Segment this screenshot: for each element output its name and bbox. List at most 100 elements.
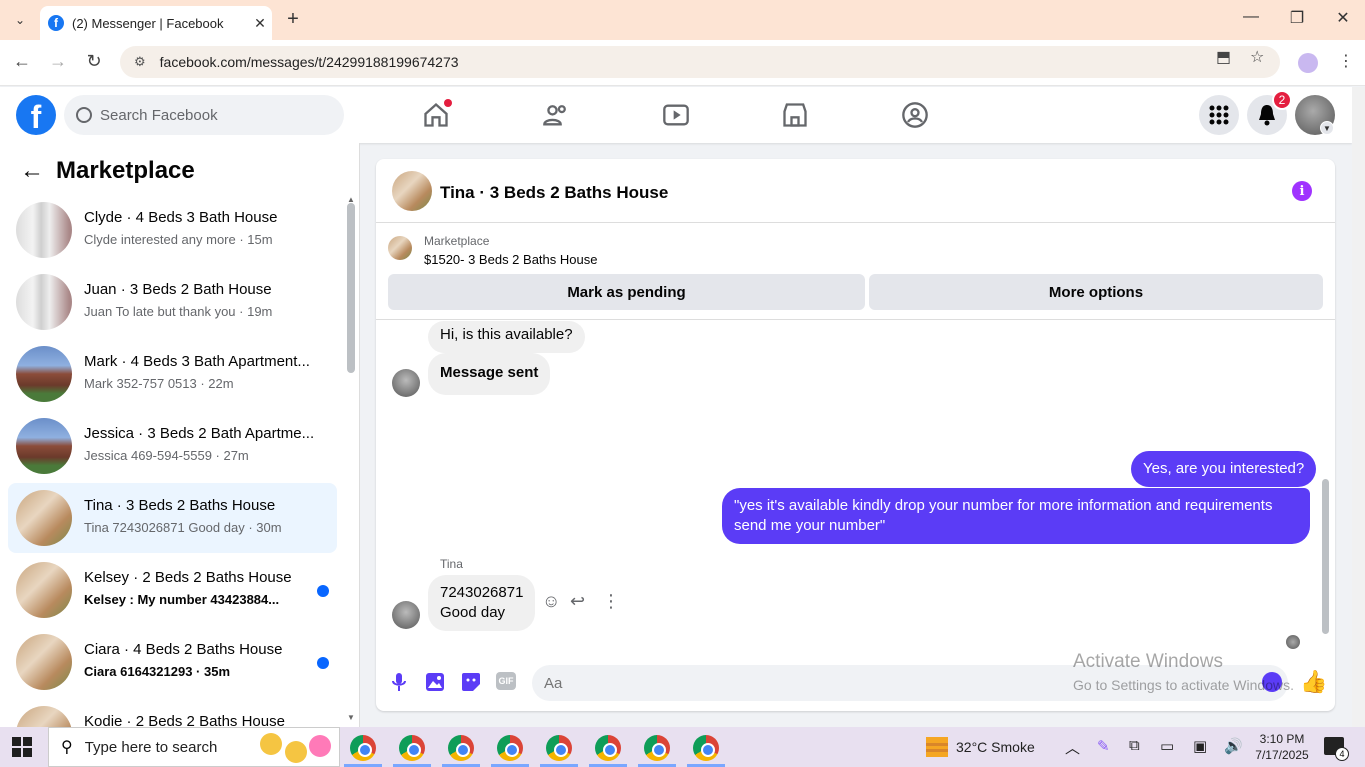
conversation-name: Juan · 3 Beds 2 Bath House [84,281,272,298]
sender-avatar[interactable] [392,601,420,629]
tray-chevron-up-icon[interactable]: ︿ [1065,737,1080,758]
sender-avatar[interactable] [392,369,420,397]
browser-menu-icon[interactable]: ⋮ [1338,51,1354,71]
scroll-down-arrow[interactable]: ▼ [347,713,355,722]
facebook-logo-icon[interactable]: f [16,95,56,135]
tab-title: (2) Messenger | Facebook [72,15,224,31]
conversation-thumbnail [16,418,72,474]
groups-icon[interactable] [901,101,929,129]
notification-center-badge: 4 [1335,747,1349,761]
conversation-item[interactable]: Kelsey · 2 Beds 2 Baths House Kelsey : My… [8,555,337,625]
chat-title[interactable]: Tina · 3 Beds 2 Baths House [440,183,668,203]
back-arrow-icon[interactable]: ← [20,157,44,185]
browser-profile-avatar[interactable] [1298,53,1318,73]
tab-search-button[interactable]: ⌄ [8,8,32,32]
conversation-item[interactable]: Clyde · 4 Beds 3 Bath House Clyde interes… [8,195,337,265]
message-bubble-outgoing[interactable]: Yes, are you interested? [1131,451,1317,487]
message-input[interactable] [532,665,1288,701]
microphone-icon[interactable] [388,671,410,693]
conversation-item[interactable]: Juan · 3 Beds 2 Bath House Juan To late b… [8,267,337,337]
new-tab-button[interactable]: + [282,8,304,31]
chrome-taskbar-icon[interactable] [644,735,670,761]
install-app-icon[interactable]: ⬒ [1216,47,1231,67]
chrome-taskbar-icon[interactable] [399,735,425,761]
more-actions-icon[interactable]: ⋮ [602,591,620,612]
message-bubble-sent-notice[interactable]: Message sent [428,353,551,395]
sidebar-title: Marketplace [56,157,195,184]
thumbs-up-icon[interactable]: 👍 [1300,669,1327,695]
windows-start-icon[interactable] [12,737,32,757]
network-icon[interactable]: ▣ [1193,737,1207,755]
bell-icon [1259,105,1275,126]
conversation-item[interactable]: Kodie · 2 Beds 2 Baths House [8,699,337,727]
conversation-snippet: Tina 7243026871 Good day · 30m [84,520,282,535]
conversation-item[interactable]: Tina · 3 Beds 2 Baths House Tina 72430268… [8,483,337,553]
meet-now-icon[interactable]: ⧉ [1129,737,1140,754]
chevron-down-icon[interactable]: ▼ [1320,121,1334,135]
browser-tab-bar: ⌄ f (2) Messenger | Facebook ✕ + — ❐ ✕ [0,0,1365,40]
chrome-taskbar-icon[interactable] [448,735,474,761]
tab-close-icon[interactable]: ✕ [248,15,272,32]
weather-widget[interactable]: 32°C Smoke [926,737,1035,757]
message-bubble-incoming[interactable]: Hi, is this available? [428,321,585,353]
conversation-item[interactable]: Mark · 4 Beds 3 Bath Apartment... Mark 35… [8,339,337,409]
photo-icon[interactable] [424,671,446,693]
page-scrollbar[interactable] [1352,87,1365,727]
react-emoji-icon[interactable]: ☺ [542,591,560,612]
chrome-taskbar-icon[interactable] [546,735,572,761]
mark-as-pending-button[interactable]: Mark as pending [388,274,865,310]
site-info-icon[interactable]: ⚙ [134,54,146,70]
minimize-button[interactable]: — [1236,8,1266,26]
url-bar[interactable]: ⚙ facebook.com/messages/t/24299188199674… [120,46,1280,78]
conversation-thumbnail [16,202,72,258]
clock-date: 7/17/2025 [1255,748,1309,762]
message-bubble-outgoing[interactable]: "yes it's available kindly drop your num… [722,488,1310,544]
reply-icon[interactable]: ↩ [570,591,585,612]
marketplace-icon[interactable] [781,101,809,129]
reload-button[interactable]: ↻ [82,51,106,72]
chat-listing-thumbnail[interactable] [392,171,432,211]
conversation-item[interactable]: Jessica · 3 Beds 2 Bath Apartme... Jessic… [8,411,337,481]
forward-button[interactable]: → [46,51,70,72]
conversation-snippet: Clyde interested any more · 15m [84,232,273,247]
back-button[interactable]: ← [10,51,34,72]
chrome-taskbar-icon[interactable] [350,735,376,761]
pen-icon[interactable]: ✎ [1097,737,1110,755]
listing-title[interactable]: $1520- 3 Beds 2 Baths House [424,252,597,267]
chrome-taskbar-icon[interactable] [497,735,523,761]
message-thread: Hi, is this available? Message sent Yes,… [376,321,1335,651]
menu-grid-button[interactable] [1199,95,1239,135]
chat-panel: Tina · 3 Beds 2 Baths House i Marketplac… [376,159,1335,711]
message-composer: GIF 👍 [376,659,1335,711]
emoji-icon[interactable] [1262,672,1282,692]
friends-icon[interactable] [542,101,570,129]
conversation-item[interactable]: Ciara · 4 Beds 2 Baths House Ciara 616432… [8,627,337,697]
facebook-search[interactable]: Search Facebook [64,95,344,135]
restore-button[interactable]: ❐ [1282,8,1312,28]
volume-icon[interactable]: 🔊 [1224,737,1243,755]
chrome-taskbar-icon[interactable] [693,735,719,761]
conversation-snippet: Juan To late but thank you · 19m [84,304,273,319]
chrome-taskbar-icon[interactable] [595,735,621,761]
message-bubble-incoming[interactable]: 7243026871 Good day [428,575,536,631]
sidebar-scrollbar[interactable] [347,203,355,373]
browser-tab[interactable]: f (2) Messenger | Facebook ✕ [40,6,272,40]
conversation-thumbnail [16,634,72,690]
message-line: 7243026871 [440,584,524,601]
listing-thumbnail[interactable] [388,236,412,260]
battery-icon[interactable]: ▭ [1160,737,1174,755]
more-options-button[interactable]: More options [869,274,1323,310]
emoji-decoration-icon [285,741,307,763]
read-receipt-avatar [1286,635,1300,649]
url-text: facebook.com/messages/t/2429918819967427… [159,54,459,70]
unread-dot [317,585,329,597]
sticker-icon[interactable] [460,671,482,693]
marketplace-label: Marketplace [424,234,490,248]
chat-scrollbar[interactable] [1322,479,1329,634]
bookmark-star-icon[interactable]: ☆ [1250,47,1264,67]
video-icon[interactable] [662,101,690,129]
gif-icon[interactable]: GIF [496,672,516,690]
taskbar-clock[interactable]: 3:10 PM 7/17/2025 [1252,731,1312,763]
info-icon[interactable]: i [1292,181,1312,201]
close-window-button[interactable]: ✕ [1328,8,1358,28]
